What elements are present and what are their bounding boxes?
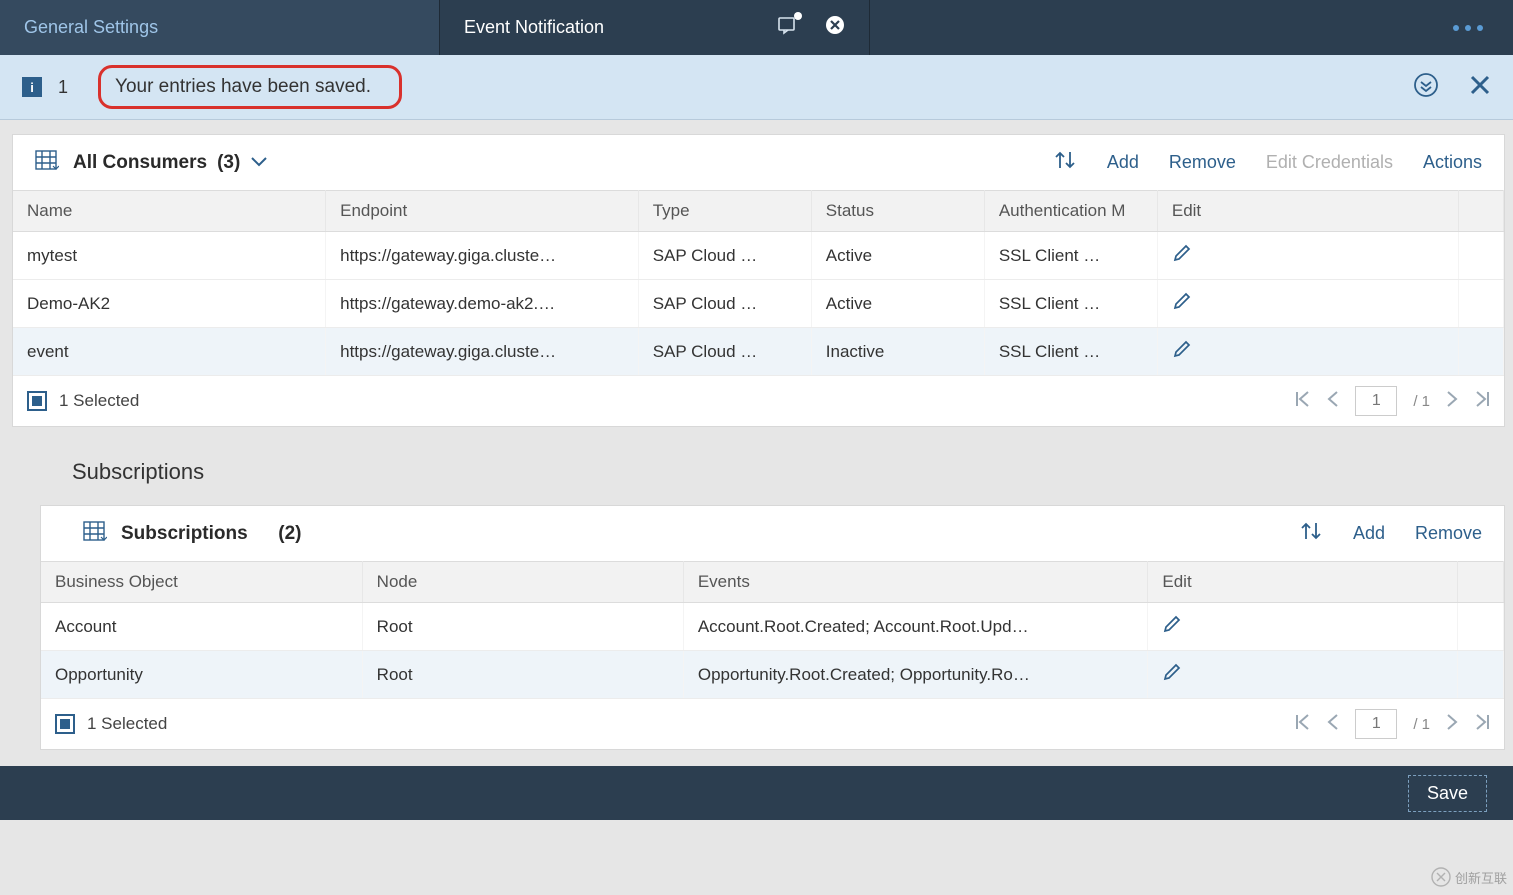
consumers-footer: 1 Selected / 1: [13, 376, 1504, 426]
select-all-checkbox[interactable]: [55, 714, 75, 734]
add-subscription-button[interactable]: Add: [1353, 523, 1385, 544]
edit-row-icon[interactable]: [1172, 296, 1192, 315]
subscriptions-table: Business Object Node Events Edit Account…: [41, 561, 1504, 699]
remove-consumer-button[interactable]: Remove: [1169, 152, 1236, 173]
edit-row-icon[interactable]: [1162, 619, 1182, 638]
consumers-title[interactable]: All Consumers (3): [73, 152, 268, 174]
col-name[interactable]: Name: [13, 191, 326, 232]
page-input[interactable]: [1355, 386, 1397, 416]
first-page-icon[interactable]: [1295, 390, 1311, 412]
consumers-pager: / 1: [1295, 386, 1490, 416]
table-row[interactable]: Account Root Account.Root.Created; Accou…: [41, 603, 1504, 651]
prev-page-icon[interactable]: [1327, 390, 1339, 412]
more-actions-icon[interactable]: [1453, 25, 1483, 31]
page-input[interactable]: [1355, 709, 1397, 739]
next-page-icon[interactable]: [1446, 390, 1458, 412]
top-tabs: General Settings Event Notification: [0, 0, 1513, 55]
selected-count: 1 Selected: [59, 391, 139, 411]
last-page-icon[interactable]: [1474, 390, 1490, 412]
watermark: 创新互联: [1431, 867, 1507, 887]
col-business-object[interactable]: Business Object: [41, 562, 362, 603]
close-tab-icon[interactable]: [825, 15, 845, 40]
select-all-checkbox[interactable]: [27, 391, 47, 411]
col-type[interactable]: Type: [638, 191, 811, 232]
next-page-icon[interactable]: [1446, 713, 1458, 735]
col-endpoint[interactable]: Endpoint: [326, 191, 639, 232]
edit-credentials-button: Edit Credentials: [1266, 152, 1393, 173]
grid-view-icon[interactable]: [35, 150, 59, 176]
bottom-bar: Save: [0, 766, 1513, 820]
table-row[interactable]: mytest https://gateway.giga.cluste… SAP …: [13, 232, 1504, 280]
consumers-table: Name Endpoint Type Status Authentication…: [13, 190, 1504, 376]
remove-subscription-button[interactable]: Remove: [1415, 523, 1482, 544]
col-status[interactable]: Status: [811, 191, 984, 232]
col-node[interactable]: Node: [362, 562, 683, 603]
sort-icon[interactable]: [1053, 149, 1077, 176]
selected-count: 1 Selected: [87, 714, 167, 734]
last-page-icon[interactable]: [1474, 713, 1490, 735]
add-consumer-button[interactable]: Add: [1107, 152, 1139, 173]
message-bar: i 1 Your entries have been saved.: [0, 55, 1513, 120]
message-text-highlight: Your entries have been saved.: [98, 65, 402, 109]
table-row[interactable]: Opportunity Root Opportunity.Root.Create…: [41, 651, 1504, 699]
subscriptions-pager: / 1: [1295, 709, 1490, 739]
page-total: / 1: [1413, 716, 1430, 733]
subscriptions-section-title: Subscriptions: [12, 427, 1505, 491]
actions-button[interactable]: Actions: [1423, 152, 1482, 173]
edit-row-icon[interactable]: [1172, 248, 1192, 267]
col-edit[interactable]: Edit: [1157, 191, 1458, 232]
tab-event-notification[interactable]: Event Notification: [440, 0, 870, 55]
table-row[interactable]: Demo-AK2 https://gateway.demo-ak2.… SAP …: [13, 280, 1504, 328]
chevron-down-icon: [250, 152, 268, 174]
col-auth[interactable]: Authentication M: [984, 191, 1157, 232]
grid-view-icon[interactable]: [83, 521, 107, 547]
col-events[interactable]: Events: [683, 562, 1148, 603]
top-right-area: [870, 0, 1513, 55]
first-page-icon[interactable]: [1295, 713, 1311, 735]
tab-active-title: Event Notification: [464, 17, 777, 38]
notification-indicator-icon[interactable]: [777, 15, 799, 40]
edit-row-icon[interactable]: [1162, 667, 1182, 686]
page-total: / 1: [1413, 393, 1430, 410]
message-count: 1: [58, 77, 68, 98]
subscriptions-footer: 1 Selected / 1: [41, 699, 1504, 749]
sort-icon[interactable]: [1299, 520, 1323, 547]
subscriptions-title: Subscriptions (2): [121, 523, 301, 545]
col-edit[interactable]: Edit: [1148, 562, 1458, 603]
table-row[interactable]: event https://gateway.giga.cluste… SAP C…: [13, 328, 1504, 376]
tab-general-settings[interactable]: General Settings: [0, 0, 440, 55]
subscriptions-panel: Subscriptions (2) Add Remove Business Ob…: [40, 505, 1505, 750]
edit-row-icon[interactable]: [1172, 344, 1192, 363]
expand-messages-icon[interactable]: [1413, 72, 1439, 102]
save-button[interactable]: Save: [1408, 775, 1487, 812]
consumers-panel: All Consumers (3) Add Remove Edit Creden…: [12, 134, 1505, 427]
prev-page-icon[interactable]: [1327, 713, 1339, 735]
close-messages-icon[interactable]: [1469, 74, 1491, 100]
info-icon: i: [22, 77, 42, 97]
